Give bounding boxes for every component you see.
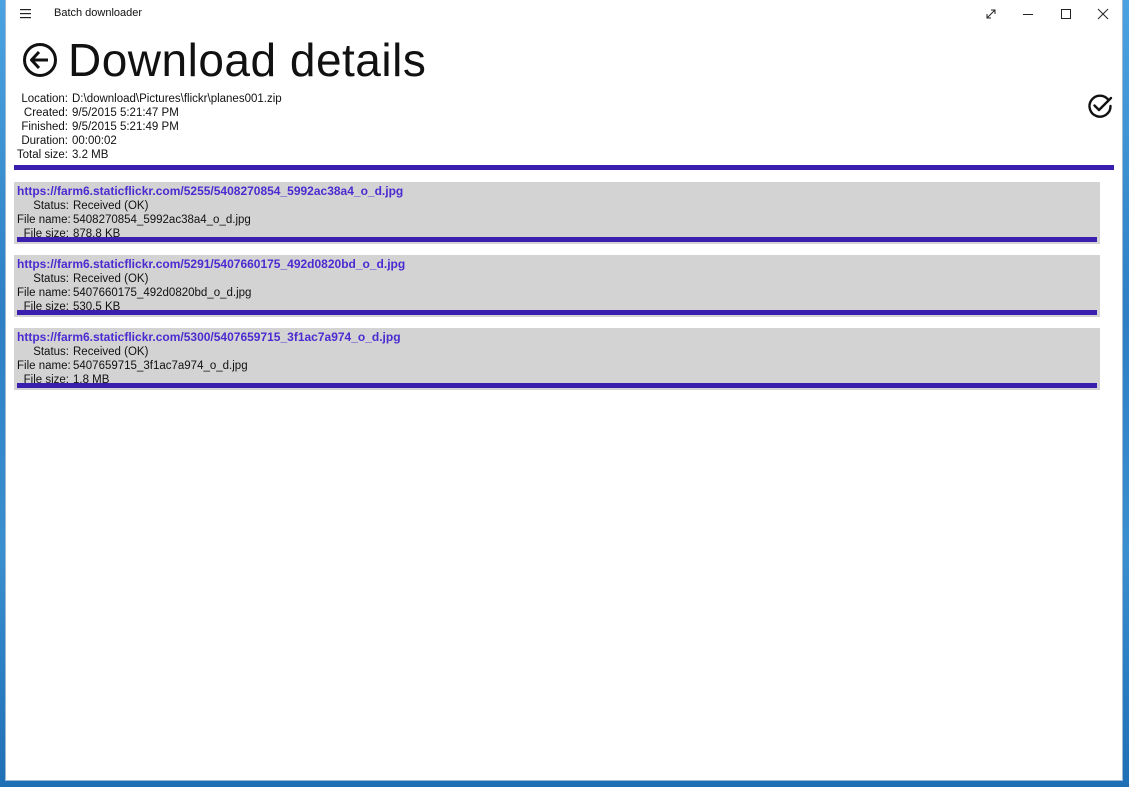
status-label: Status: — [33, 273, 69, 285]
status-label: Status: — [33, 346, 69, 358]
fullscreen-button[interactable] — [972, 0, 1010, 28]
list-item: https://farm6.staticflickr.com/5291/5407… — [14, 255, 1100, 317]
file-name-value: 5407659715_3f1ac7a974_o_d.jpg — [73, 360, 248, 372]
item-progress-bar — [17, 237, 1097, 242]
download-summary: Location: D:\download\Pictures\flickr\pl… — [14, 92, 282, 162]
file-name-value: 5408270854_5992ac38a4_o_d.jpg — [73, 214, 251, 226]
finished-value: 9/5/2015 5:21:49 PM — [72, 121, 179, 133]
back-arrow-circle-icon — [22, 43, 58, 82]
item-progress-fill — [17, 310, 1097, 315]
total-size-label: Total size: — [16, 149, 68, 161]
location-label: Location: — [21, 93, 68, 105]
item-progress-bar — [17, 383, 1097, 388]
created-row: Created: 9/5/2015 5:21:47 PM — [14, 106, 282, 120]
overall-progress-bar — [14, 165, 1114, 170]
status-value: Received (OK) — [73, 200, 149, 212]
item-url-link[interactable]: https://farm6.staticflickr.com/5300/5407… — [17, 330, 1097, 344]
total-size-row: Total size: 3.2 MB — [14, 148, 282, 162]
duration-label: Duration: — [21, 135, 68, 147]
maximize-icon — [1060, 8, 1072, 20]
item-progress-bar — [17, 310, 1097, 315]
file-name-label: File name: — [17, 360, 71, 372]
checkmark-circle-icon — [1086, 92, 1114, 120]
maximize-button[interactable] — [1047, 0, 1085, 28]
back-button[interactable] — [22, 42, 58, 78]
app-title: Batch downloader — [54, 7, 143, 19]
list-item: https://farm6.staticflickr.com/5300/5407… — [14, 328, 1100, 390]
total-size-value: 3.2 MB — [72, 149, 109, 161]
status-label: Status: — [33, 200, 69, 212]
title-bar: Batch downloader — [6, 0, 1122, 28]
close-button[interactable] — [1084, 0, 1122, 28]
close-icon — [1097, 8, 1109, 20]
fullscreen-icon — [985, 8, 997, 20]
file-name-value: 5407660175_492d0820bd_o_d.jpg — [73, 287, 252, 299]
location-row: Location: D:\download\Pictures\flickr\pl… — [14, 92, 282, 106]
overall-progress-fill — [14, 165, 1114, 170]
finished-row: Finished: 9/5/2015 5:21:49 PM — [14, 120, 282, 134]
item-progress-fill — [17, 383, 1097, 388]
app-window: Batch downloader Download details Locati… — [6, 0, 1122, 780]
file-name-label: File name: — [17, 214, 71, 226]
status-value: Received (OK) — [73, 273, 149, 285]
minimize-button[interactable] — [1009, 0, 1047, 28]
created-value: 9/5/2015 5:21:47 PM — [72, 107, 179, 119]
item-progress-fill — [17, 237, 1097, 242]
page-title: Download details — [68, 34, 427, 86]
list-item: https://farm6.staticflickr.com/5255/5408… — [14, 182, 1100, 244]
minimize-icon — [1022, 8, 1034, 20]
status-value: Received (OK) — [73, 346, 149, 358]
file-name-label: File name: — [17, 287, 71, 299]
finished-label: Finished: — [21, 121, 68, 133]
duration-row: Duration: 00:00:02 — [14, 134, 282, 148]
download-items-list: https://farm6.staticflickr.com/5255/5408… — [14, 182, 1100, 401]
hamburger-menu-icon[interactable] — [18, 6, 34, 22]
item-url-link[interactable]: https://farm6.staticflickr.com/5255/5408… — [17, 184, 1097, 198]
created-label: Created: — [23, 107, 68, 119]
item-url-link[interactable]: https://farm6.staticflickr.com/5291/5407… — [17, 257, 1097, 271]
location-value: D:\download\Pictures\flickr\planes001.zi… — [72, 93, 282, 105]
duration-value: 00:00:02 — [72, 135, 117, 147]
